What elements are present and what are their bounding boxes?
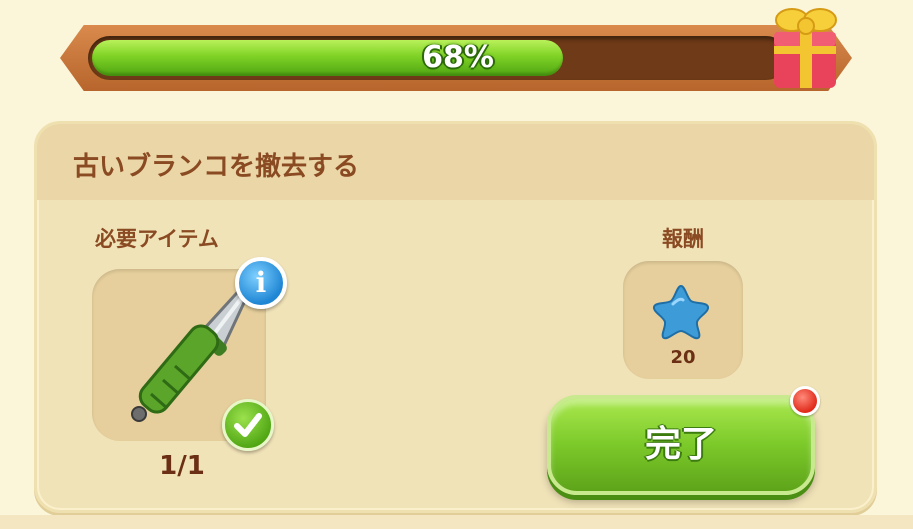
checkmark-icon [222,399,274,451]
reward-label: 報酬 [662,227,704,251]
task-title: 古いブランコを撤去する [73,152,360,182]
complete-button-label: 完了 [644,424,717,465]
info-icon[interactable]: i [235,257,287,309]
progress-percent: 68% [422,40,494,75]
complete-button[interactable]: 完了 [547,395,815,495]
reward-amount: 20 [670,347,696,368]
required-items-label: 必要アイテム [95,227,219,251]
required-item-count: 1/1 [159,451,205,481]
gift-box-icon[interactable] [764,2,844,92]
bottom-strip [0,515,913,529]
task-panel: 古いブランコを撤去する 必要アイテム i 1/1 報酬 20 完了 [34,121,877,513]
blue-star-icon [653,284,709,340]
notification-dot [790,386,820,416]
panel-header: 古いブランコを撤去する [37,124,874,200]
